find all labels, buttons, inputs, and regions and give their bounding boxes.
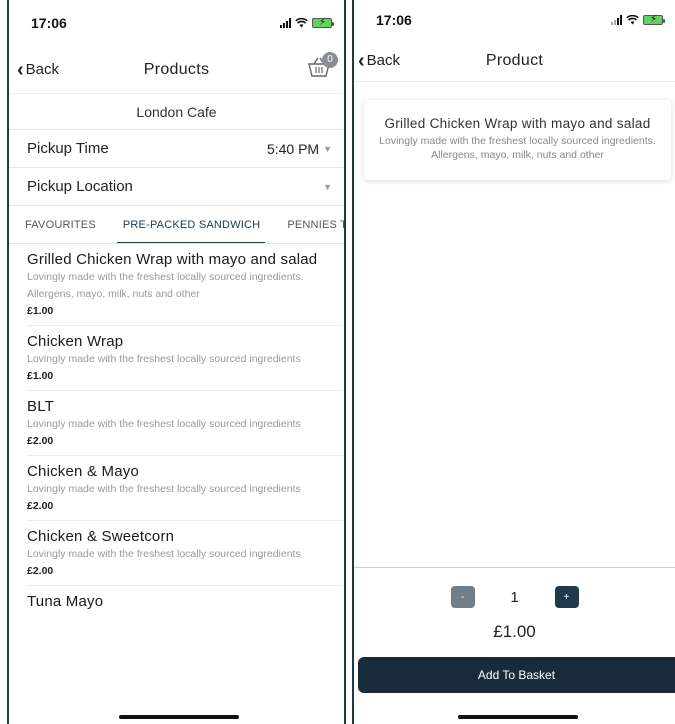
list-item[interactable]: Chicken & Sweetcorn Lovingly made with t… bbox=[27, 521, 344, 586]
back-chevron-icon: ‹ bbox=[358, 49, 365, 72]
product-name: Grilled Chicken Wrap with mayo and salad bbox=[384, 116, 651, 131]
product-detail-screen: 17:06 ⚡ ‹ Back Product Grilled Chicken W… bbox=[352, 0, 675, 724]
pickup-time-label: Pickup Time bbox=[27, 140, 109, 157]
status-bar: 17:06 ⚡ bbox=[9, 0, 344, 46]
wifi-icon bbox=[295, 18, 308, 28]
product-price: £2.00 bbox=[27, 435, 54, 447]
product-name: Tuna Mayo bbox=[27, 593, 104, 610]
product-name: Chicken & Mayo bbox=[27, 463, 140, 480]
product-description: Lovingly made with the freshest locally … bbox=[27, 418, 301, 430]
pickup-location-label: Pickup Location bbox=[27, 178, 133, 195]
product-name: BLT bbox=[27, 398, 54, 415]
back-button[interactable]: ‹ Back bbox=[358, 51, 400, 71]
status-bar: 17:06 ⚡ bbox=[354, 0, 675, 40]
quantity-stepper: - 1 + bbox=[354, 586, 675, 608]
product-detail-card: Grilled Chicken Wrap with mayo and salad… bbox=[364, 100, 671, 180]
increase-quantity-button[interactable]: + bbox=[554, 586, 579, 608]
page-title: Product bbox=[485, 51, 544, 69]
status-icons: ⚡ bbox=[280, 17, 334, 28]
nav-bar: ‹ Back Product bbox=[354, 40, 675, 82]
back-chevron-icon: ‹ bbox=[17, 58, 24, 81]
list-item[interactable]: Chicken & Mayo Lovingly made with the fr… bbox=[27, 456, 344, 521]
battery-icon: ⚡ bbox=[312, 17, 334, 28]
decrease-quantity-button[interactable]: - bbox=[450, 586, 475, 608]
signal-icon bbox=[611, 15, 622, 25]
quantity-value: 1 bbox=[510, 588, 519, 606]
pickup-time-picker[interactable]: Pickup Time 5:40 PM ▼ bbox=[9, 130, 344, 168]
wifi-icon bbox=[626, 15, 639, 25]
product-price: £2.00 bbox=[27, 500, 54, 512]
back-button[interactable]: ‹ Back bbox=[17, 60, 59, 80]
add-to-basket-button[interactable]: Add To Basket bbox=[358, 657, 675, 693]
list-item[interactable]: Chicken Wrap Lovingly made with the fres… bbox=[27, 326, 344, 391]
basket-count-badge: 0 bbox=[322, 52, 338, 68]
dropdown-caret-icon: ▼ bbox=[323, 143, 332, 154]
product-price: £2.00 bbox=[27, 565, 54, 577]
battery-icon: ⚡ bbox=[643, 14, 665, 25]
status-time: 17:06 bbox=[376, 12, 412, 28]
page-title: Products bbox=[143, 60, 210, 78]
home-indicator bbox=[458, 715, 578, 719]
pickup-time-value: 5:40 PM bbox=[266, 140, 320, 157]
basket-button[interactable]: 0 bbox=[306, 52, 338, 82]
back-label: Back bbox=[25, 61, 60, 78]
product-description: Lovingly made with the freshest locally … bbox=[27, 548, 301, 560]
tab-favourites[interactable]: FAVOURITES bbox=[9, 206, 107, 243]
product-price: £1.00 bbox=[493, 622, 536, 641]
product-name: Chicken & Sweetcorn bbox=[27, 528, 175, 545]
product-name: Grilled Chicken Wrap with mayo and salad bbox=[27, 251, 318, 268]
product-price: £1.00 bbox=[27, 370, 54, 382]
add-to-basket-panel: - 1 + £1.00 Add To Basket bbox=[354, 567, 675, 724]
product-description: Lovingly made with the freshest locally … bbox=[379, 135, 656, 161]
product-description: Lovingly made with the freshest locally … bbox=[27, 353, 301, 365]
list-item[interactable]: BLT Lovingly made with the freshest loca… bbox=[27, 391, 344, 456]
category-tabs: FAVOURITES PRE-PACKED SANDWICH PENNIES T… bbox=[9, 206, 344, 244]
cafe-name: London Cafe bbox=[9, 94, 344, 130]
product-price: £1.00 bbox=[27, 305, 54, 317]
product-description: Lovingly made with the freshest locally … bbox=[27, 483, 301, 495]
pickup-location-picker[interactable]: Pickup Location ▼ bbox=[9, 168, 344, 206]
product-description: Lovingly made with the freshest locally … bbox=[27, 271, 304, 300]
list-item[interactable]: Grilled Chicken Wrap with mayo and salad… bbox=[27, 244, 344, 326]
nav-bar: ‹ Back Products 0 bbox=[9, 46, 344, 94]
tab-pennies[interactable]: PENNIES TR bbox=[271, 206, 344, 243]
product-name: Chicken Wrap bbox=[27, 333, 124, 350]
status-time: 17:06 bbox=[31, 15, 67, 31]
back-label: Back bbox=[366, 52, 401, 69]
home-indicator bbox=[119, 715, 239, 719]
dropdown-caret-icon: ▼ bbox=[323, 181, 332, 192]
status-icons: ⚡ bbox=[611, 14, 665, 25]
tab-pre-packed-sandwich[interactable]: PRE-PACKED SANDWICH bbox=[107, 206, 271, 243]
list-item[interactable]: Tuna Mayo bbox=[27, 586, 344, 618]
products-screen: 17:06 ⚡ ‹ Back Products 0 London Cafe Pi… bbox=[7, 0, 346, 724]
product-list: Grilled Chicken Wrap with mayo and salad… bbox=[9, 244, 344, 618]
signal-icon bbox=[280, 18, 291, 28]
